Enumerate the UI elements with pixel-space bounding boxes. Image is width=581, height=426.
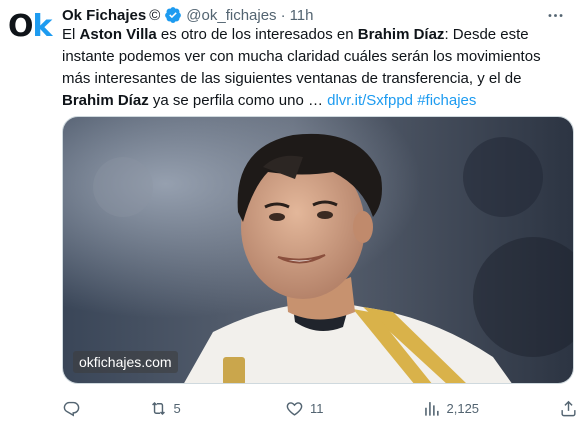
retweet-count: 5 [173, 400, 181, 416]
text-bold-brahim-2: Brahim Díaz [62, 92, 149, 109]
text-bold-brahim: Brahim Díaz [357, 26, 445, 43]
tweet-time[interactable]: 11h [290, 7, 314, 24]
tweet-header: Ok Fichajes © @ok_fichajes · 11h [62, 4, 531, 26]
more-options-icon[interactable] [543, 4, 567, 26]
player-photo [63, 117, 573, 383]
share-icon [561, 400, 576, 416]
tweet-media-photo[interactable]: okfichajes.com [62, 116, 574, 384]
text-bold-aston-villa: Aston Villa [79, 26, 157, 43]
reply-icon [63, 401, 80, 416]
tweet-actions: 5 11 2,125 [62, 396, 578, 420]
author-handle[interactable]: @ok_fichajes [186, 7, 276, 24]
separator-dot: · [280, 6, 286, 24]
hashtag-link[interactable]: #fichajes [417, 92, 476, 109]
avatar-logo-k: k [32, 8, 53, 44]
avatar[interactable]: Ok [8, 6, 54, 46]
like-count: 11 [310, 400, 324, 416]
text-part: El [62, 26, 80, 43]
author-name[interactable]: Ok Fichajes [62, 7, 146, 24]
verified-badge-icon [164, 6, 182, 24]
copyright-symbol: © [149, 6, 161, 24]
views-count: 2,125 [446, 400, 480, 416]
like-button[interactable]: 11 [285, 399, 405, 418]
tweet-link[interactable]: dlvr.it/Sxfppd [327, 92, 413, 109]
text-part: es otro de los interesados en [156, 26, 358, 43]
tweet-text: El Aston Villa es otro de los interesado… [62, 24, 572, 112]
retweet-button[interactable]: 5 [149, 399, 269, 418]
reply-button[interactable] [62, 399, 132, 418]
image-watermark: okfichajes.com [73, 351, 178, 373]
views-button[interactable]: 2,125 [422, 399, 542, 418]
share-button[interactable] [558, 399, 578, 418]
retweet-icon [151, 401, 165, 415]
text-part: ya se perfila como uno … [148, 92, 328, 109]
heart-icon [286, 401, 303, 416]
avatar-logo: O [8, 8, 33, 44]
views-icon [424, 401, 439, 416]
